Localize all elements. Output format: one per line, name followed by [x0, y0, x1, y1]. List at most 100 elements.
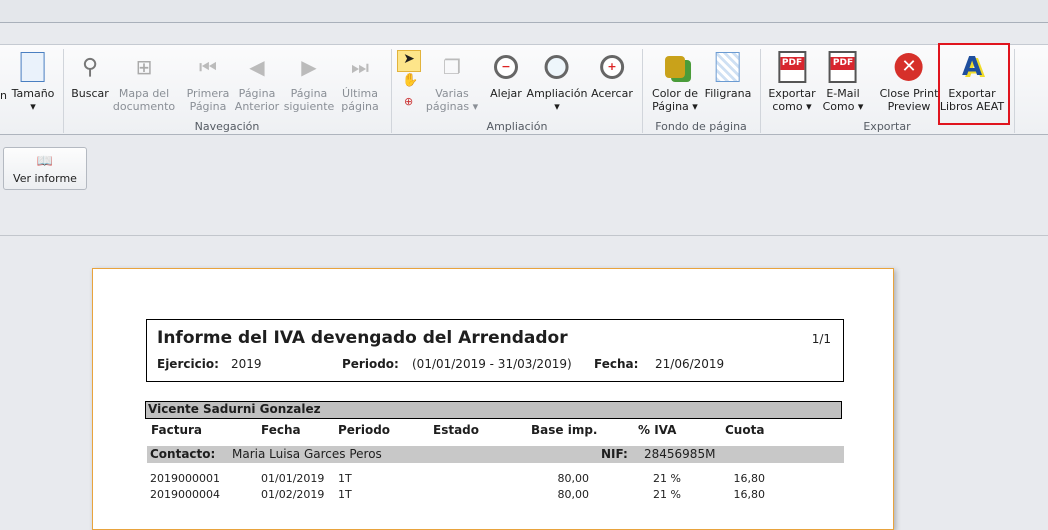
table-cell: 80,00 — [557, 488, 590, 501]
alejar-button[interactable]: − Alejar — [490, 51, 522, 100]
separator — [63, 49, 64, 133]
next-page-icon: ▶ — [301, 54, 317, 79]
button-label: Ampliación — [526, 87, 588, 100]
nif-label: NIF: — [601, 447, 628, 461]
button-label: Varias — [435, 87, 469, 100]
acercar-button[interactable]: + Acercar — [591, 51, 633, 100]
buscar-button[interactable]: ⚲ Buscar — [71, 51, 109, 100]
table-cell: 2019000001 — [150, 472, 220, 485]
table-cell: 16,80 — [733, 472, 766, 485]
pdf-export-icon: PDF — [776, 51, 808, 83]
button-label: Página — [290, 87, 328, 100]
close-print-preview-button[interactable]: ✕ Close Print Preview — [879, 51, 939, 113]
column-header: Factura — [151, 423, 202, 437]
first-page-icon: ⏮ — [198, 54, 217, 79]
close-icon: ✕ — [893, 51, 925, 83]
button-label: documento — [112, 100, 176, 113]
button-label: Página ▾ — [652, 100, 698, 113]
pdf-email-icon: PDF — [827, 51, 859, 83]
ribbon: n Tamaño ▾ ⚲ Buscar ⊞ Mapa del documento ⏮ Prime… — [0, 44, 1048, 135]
page-color-icon — [659, 51, 691, 83]
group-label-fondo: Fondo de página — [655, 120, 747, 133]
group-label-exportar: Exportar — [863, 120, 911, 133]
button-label: Última — [342, 87, 378, 100]
separator — [760, 49, 761, 133]
-ltima-p-gina-button[interactable]: ⏭ Última página — [341, 51, 379, 114]
p-gina-siguiente-button[interactable]: ▶ Página siguiente — [283, 51, 335, 114]
button-label: páginas ▾ — [425, 100, 479, 113]
previous-page-icon: ◀ — [249, 54, 265, 79]
button-label: Mapa del — [118, 87, 170, 100]
button-label: Filigrana — [704, 87, 752, 100]
separator — [1014, 49, 1015, 133]
contacto-label: Contacto: — [150, 447, 216, 461]
group-label-ampliacion: Ampliación — [486, 120, 548, 133]
zoom-in-icon: + — [596, 51, 628, 83]
button-label: ▾ — [30, 100, 36, 113]
separator — [642, 49, 643, 133]
button-label: Como ▾ — [822, 100, 864, 113]
primera-p-gina-button[interactable]: ⏮ Primera Página — [186, 51, 230, 114]
nif-value: 28456985M — [644, 447, 716, 461]
table-cell: 1T — [338, 472, 352, 485]
fecha-value: 21/06/2019 — [655, 357, 725, 371]
table-cell: 01/02/2019 — [261, 488, 325, 501]
contacto-bar: Contacto: Maria Luisa Garces Peros NIF: … — [147, 446, 844, 463]
table-cell: 1T — [338, 488, 352, 501]
highlight-box — [938, 43, 1010, 125]
ejercicio-value: 2019 — [231, 357, 262, 371]
button-label: página — [341, 100, 379, 113]
button-label: Primera — [186, 87, 230, 100]
button-label: Close Print — [879, 87, 939, 100]
page-number: 1/1 — [811, 332, 831, 346]
ejercicio-label: Ejercicio: — [157, 357, 219, 371]
table-cell: 16,80 — [733, 488, 766, 501]
page-size-icon — [17, 51, 49, 83]
separator — [391, 49, 392, 133]
arrendador-bar: Vicente Sadurni Gonzalez — [145, 401, 842, 419]
button-label: Color de — [652, 87, 698, 100]
column-header: Cuota — [725, 423, 765, 437]
tama-o-button[interactable]: Tamaño ▾ — [11, 51, 55, 113]
divider — [0, 235, 1048, 236]
cut-label: n — [0, 89, 7, 102]
ampliaci-n-button[interactable]: Ampliación ▾ — [526, 51, 588, 113]
exportar-como-button[interactable]: PDF Exportar como ▾ — [768, 51, 816, 113]
varias-p-ginas-button[interactable]: ❐ Varias páginas ▾ — [425, 51, 479, 114]
button-label: Buscar — [71, 87, 109, 100]
book-icon: 📖 — [36, 154, 54, 169]
group-label-navegacion: Navegación — [194, 120, 260, 133]
button-label: Preview — [887, 100, 931, 113]
column-header: Periodo — [338, 423, 391, 437]
button-label: Alejar — [490, 87, 522, 100]
button-label: siguiente — [283, 100, 335, 113]
column-header: % IVA — [638, 423, 677, 437]
select-tool-button[interactable]: ➤ — [397, 50, 421, 72]
button-label: Exportar — [768, 87, 816, 100]
binoculars-icon: ⚲ — [81, 54, 99, 80]
mapa-del-documento-button[interactable]: ⊞ Mapa del documento — [112, 51, 176, 114]
p-gina-anterior-button[interactable]: ◀ Página Anterior — [234, 51, 280, 114]
button-label: Tamaño — [11, 87, 55, 100]
button-label: Anterior — [234, 100, 280, 113]
table-cell: 01/01/2019 — [261, 472, 325, 485]
last-page-icon: ⏭ — [350, 54, 369, 79]
filigrana-button[interactable]: Filigrana — [704, 51, 752, 100]
contacto-value: Maria Luisa Garces Peros — [232, 447, 382, 461]
button-label: como ▾ — [772, 100, 812, 113]
periodo-label: Periodo: — [342, 357, 399, 371]
table-cell: 21 % — [653, 472, 681, 485]
zoom-tool-icon[interactable]: ⊕ — [404, 95, 413, 108]
multiple-pages-icon: ❐ — [443, 54, 461, 79]
periodo-value: (01/01/2019 - 31/03/2019) — [412, 357, 572, 371]
ver-informe-button[interactable]: 📖 Ver informe — [3, 147, 87, 190]
hand-tool-icon[interactable]: ✋ — [402, 73, 418, 88]
table-cell: 21 % — [653, 488, 681, 501]
table-cell: 2019000004 — [150, 488, 220, 501]
color-de-p-gina-button[interactable]: Color de Página ▾ — [652, 51, 698, 113]
column-header: Base imp. — [531, 423, 598, 437]
window-top-bar — [0, 0, 1048, 23]
watermark-icon — [712, 51, 744, 83]
button-label: Acercar — [591, 87, 633, 100]
e-mail-como-button[interactable]: PDF E-Mail Como ▾ — [822, 51, 864, 113]
